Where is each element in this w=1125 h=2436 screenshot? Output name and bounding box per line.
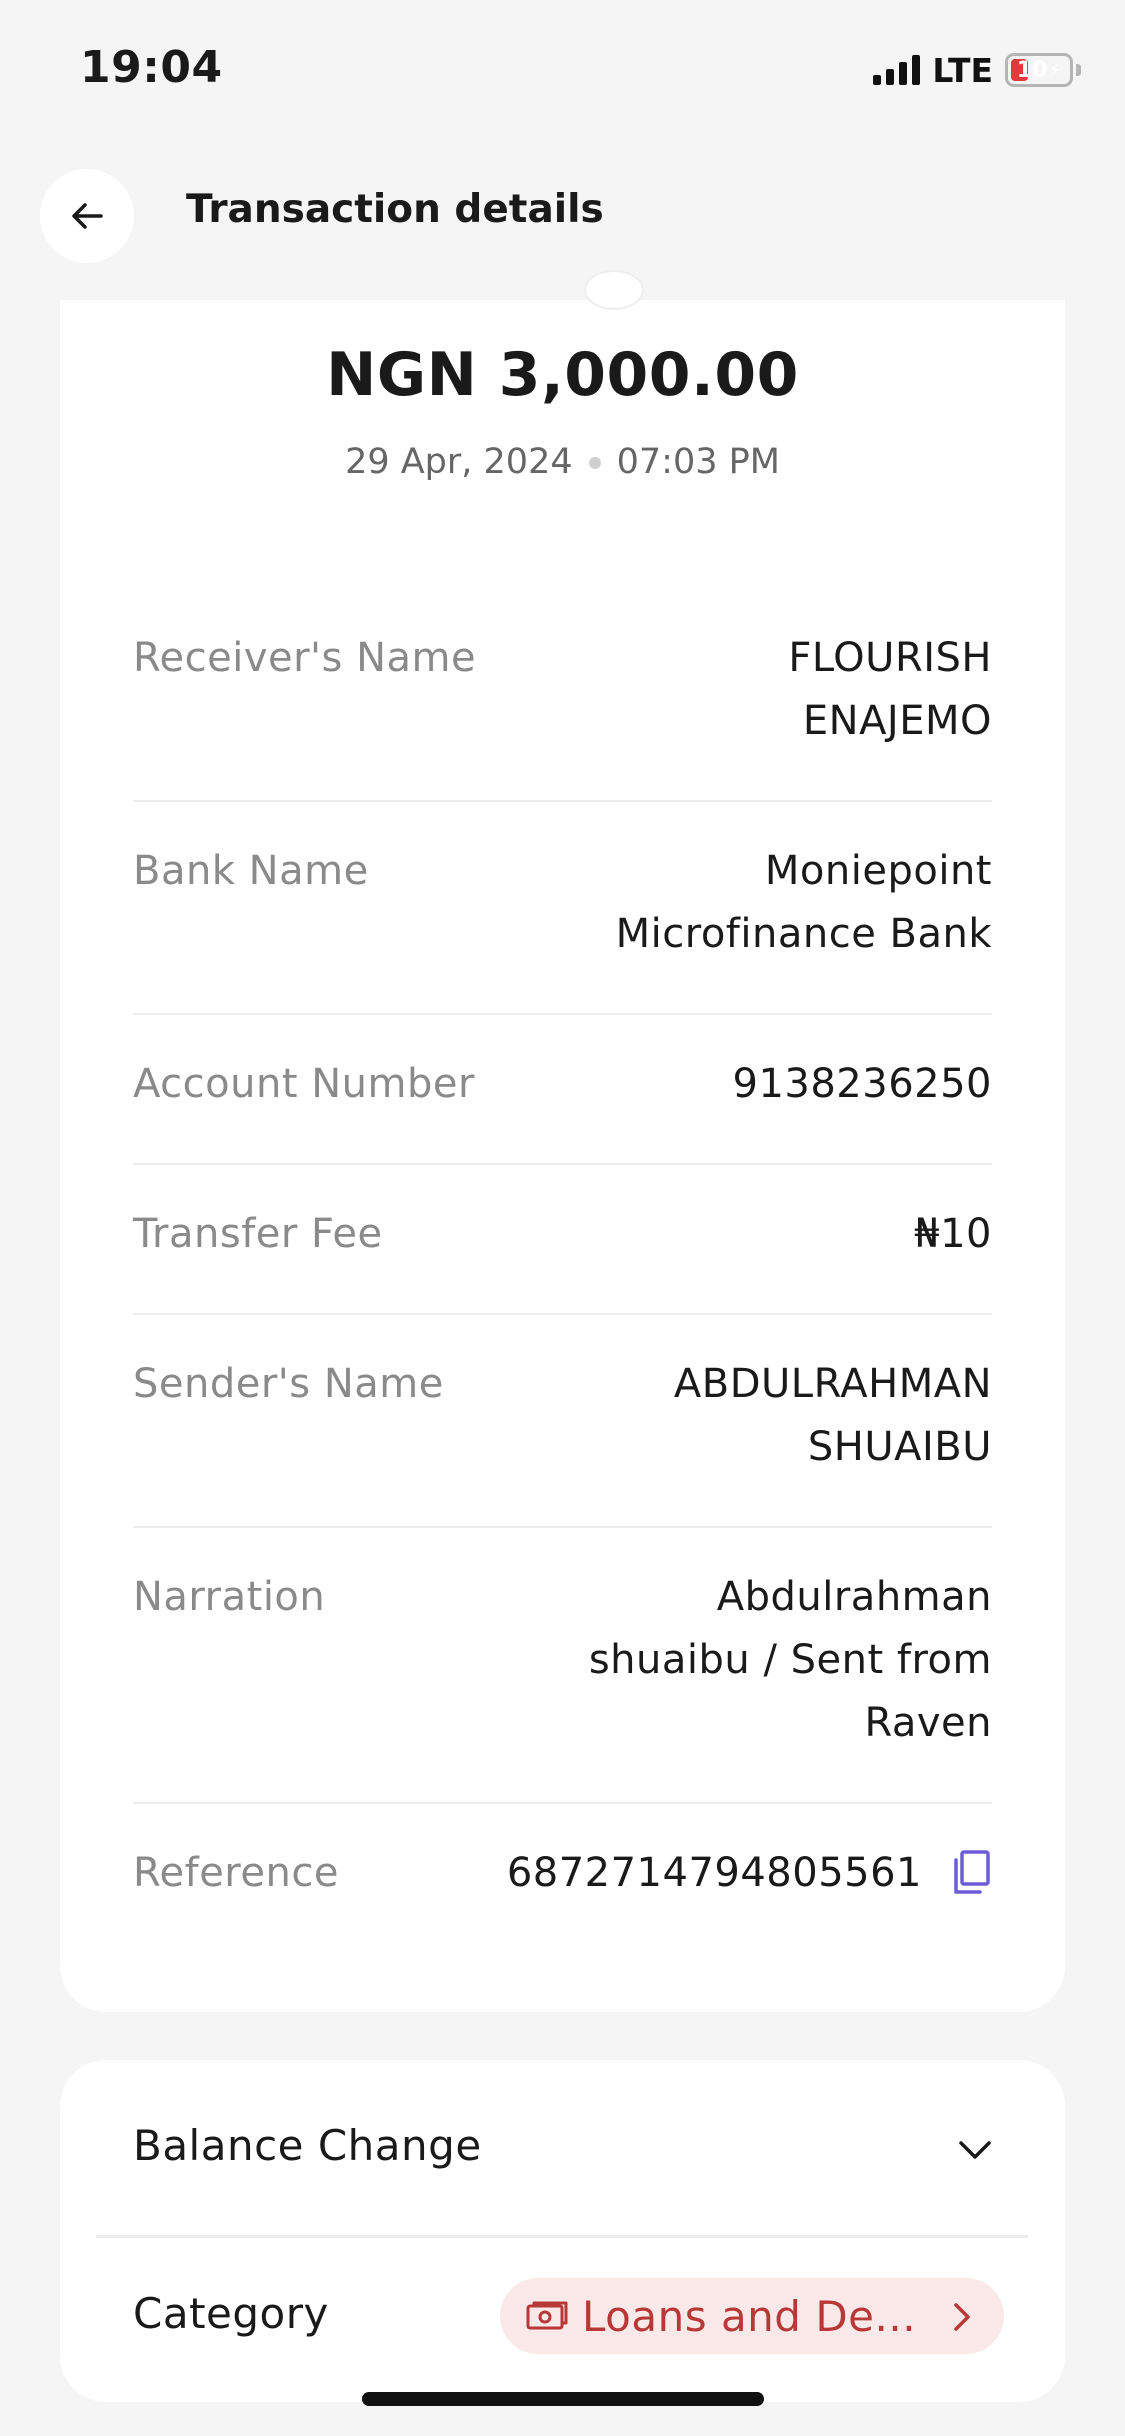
balance-change-toggle[interactable]: Balance Change <box>133 2116 482 2176</box>
status-indicators: LTE 10 ⚡ <box>873 50 1081 90</box>
detail-row-sender-name: Sender's Name ABDULRAHMAN SHUAIBU <box>133 1353 992 1483</box>
bank-name-line2: Microfinance Bank <box>615 911 992 957</box>
transaction-datetime: 29 Apr, 2024 07:03 PM <box>0 442 1125 482</box>
category-value: Loans and De... <box>582 2291 917 2341</box>
page-title: Transaction details <box>186 187 604 232</box>
detail-row-account-number: Account Number 9138236250 <box>133 1053 992 1116</box>
detail-label: Reference <box>133 1850 339 1896</box>
home-indicator[interactable] <box>362 2392 764 2406</box>
detail-value: Abdulrahman shuaibu / Sent from Raven <box>589 1566 992 1755</box>
divider <box>133 1802 992 1804</box>
divider <box>133 1313 992 1315</box>
category-button[interactable]: Loans and De... <box>500 2278 1004 2354</box>
sender-name-line1: ABDULRAHMAN <box>673 1361 992 1407</box>
network-type: LTE <box>932 50 993 90</box>
detail-row-transfer-fee: Transfer Fee ₦10 <box>133 1203 992 1266</box>
category-label: Category <box>133 2289 329 2338</box>
status-bar: 19:04 LTE 10 ⚡ <box>0 0 1125 140</box>
receiver-name-line1: FLOURISH <box>788 635 992 681</box>
chevron-down-icon[interactable] <box>955 2130 995 2170</box>
narration-line3: Raven <box>864 1700 992 1746</box>
transaction-amount: NGN 3,000.00 <box>326 340 799 410</box>
detail-value: 9138236250 <box>732 1061 992 1107</box>
divider <box>96 2235 1028 2238</box>
cash-icon <box>526 2301 568 2330</box>
detail-label: Sender's Name <box>133 1361 444 1407</box>
detail-label: Transfer Fee <box>133 1211 383 1257</box>
narration-line2: shuaibu / Sent from <box>588 1637 992 1683</box>
receiver-name-line2: ENAJEMO <box>802 698 992 744</box>
detail-label: Narration <box>133 1574 326 1620</box>
divider <box>133 800 992 802</box>
detail-row-bank-name: Bank Name Moniepoint Microfinance Bank <box>133 840 992 970</box>
reference-value[interactable]: 6872714794805561 <box>507 1842 922 1905</box>
divider <box>133 1526 992 1528</box>
battery-icon: 10 ⚡ <box>1005 53 1073 87</box>
bank-name-line1: Moniepoint <box>764 848 992 894</box>
detail-value: FLOURISH ENAJEMO <box>788 627 992 753</box>
battery-nub <box>1076 64 1081 76</box>
transaction-time: 07:03 PM <box>616 442 780 482</box>
divider <box>133 1163 992 1165</box>
transaction-date: 29 Apr, 2024 <box>345 442 573 482</box>
chevron-right-icon <box>954 2303 970 2331</box>
detail-value: ABDULRAHMAN SHUAIBU <box>674 1353 992 1479</box>
battery-level: 10 <box>1016 57 1048 83</box>
divider <box>133 1013 992 1015</box>
separator-dot <box>588 457 601 469</box>
card-notch <box>584 270 644 310</box>
detail-value: ₦10 <box>914 1211 992 1257</box>
header: Transaction details <box>0 165 1125 265</box>
detail-row-reference: Reference 6872714794805561 <box>133 1842 992 1905</box>
narration-line1: Abdulrahman <box>716 1574 992 1620</box>
detail-value: Moniepoint Microfinance Bank <box>616 840 992 966</box>
detail-row-receiver-name: Receiver's Name FLOURISH ENAJEMO <box>133 627 992 757</box>
status-time: 19:04 <box>80 42 223 93</box>
detail-label: Bank Name <box>133 848 369 894</box>
detail-label: Account Number <box>133 1061 475 1107</box>
back-button[interactable] <box>40 169 134 263</box>
detail-label: Receiver's Name <box>133 635 477 681</box>
detail-row-narration: Narration Abdulrahman shuaibu / Sent fro… <box>133 1566 992 1758</box>
sender-name-line2: SHUAIBU <box>807 1424 992 1470</box>
copy-icon[interactable] <box>952 1850 992 1896</box>
signal-icon <box>873 55 921 85</box>
arrow-left-icon <box>72 203 103 229</box>
